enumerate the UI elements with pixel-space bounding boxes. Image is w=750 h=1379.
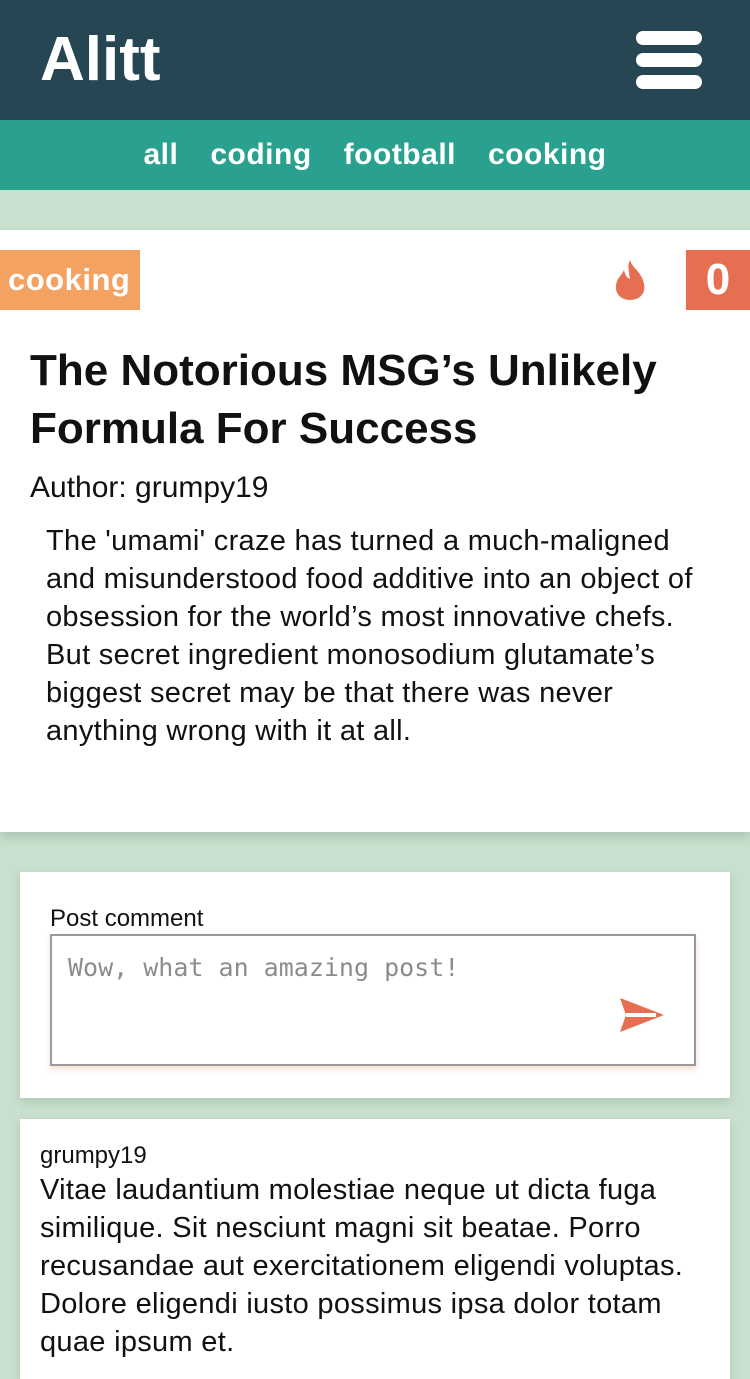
comment-text: Vitae laudantium molestiae neque ut dict… — [40, 1174, 684, 1358]
category-nav: all coding football cooking — [0, 120, 750, 190]
flame-icon[interactable] — [612, 258, 648, 302]
nav-item-football[interactable]: football — [344, 138, 456, 172]
hamburger-menu-icon[interactable] — [632, 27, 706, 93]
app-logo[interactable]: Alitt — [40, 24, 161, 96]
menu-bar — [636, 75, 702, 89]
comment-form: Post comment — [20, 872, 730, 1098]
comment-author: grumpy19 — [40, 1142, 147, 1169]
menu-bar — [636, 53, 702, 67]
nav-item-cooking[interactable]: cooking — [488, 138, 607, 172]
nav-item-all[interactable]: all — [143, 138, 178, 172]
menu-bar — [636, 31, 702, 45]
post-author: Author: grumpy19 — [30, 471, 269, 504]
send-arrow-icon[interactable] — [616, 992, 668, 1038]
post-card: cooking 0 The Notorious MSG’s Unlikely F… — [0, 230, 750, 832]
comment-card: grumpy19 Vitae laudantium molestiae nequ… — [20, 1119, 730, 1379]
post-body: The 'umami' craze has turned a much-mali… — [46, 525, 693, 747]
app-header: Alitt — [0, 0, 750, 120]
category-badge[interactable]: cooking — [0, 250, 141, 310]
comment-input[interactable] — [50, 934, 696, 1066]
post-title: The Notorious MSG’s Unlikely Formula For… — [30, 346, 657, 453]
nav-item-coding[interactable]: coding — [210, 138, 311, 172]
score-badge: 0 — [686, 250, 750, 310]
comment-label: Post comment — [50, 905, 204, 932]
